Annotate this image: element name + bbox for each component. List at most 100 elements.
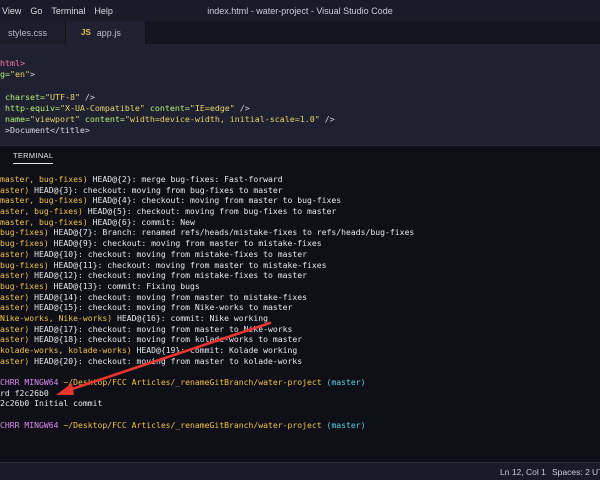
encoding[interactable]: UTF [592, 467, 600, 477]
text-segment: content= [79, 113, 125, 124]
terminal-line: kolade-works, kolade-works) HEAD@{19}: c… [0, 345, 600, 356]
text-segment: aster) [0, 323, 30, 334]
text-segment: HEAD@{6}: commit: New [87, 216, 195, 227]
cursor-position[interactable]: Ln 12, Col 1 [500, 467, 546, 477]
text-segment: HEAD@{17}: checkout: moving from master … [29, 323, 293, 334]
text-segment: HEAD@{5}: checkout: moving from bug-fixe… [82, 206, 337, 217]
text-segment: aster) [0, 355, 30, 366]
text-segment: aster) [0, 334, 30, 345]
text-segment: html> [0, 58, 25, 68]
text-segment: HEAD@{10}: checkout: moving from mistake… [29, 248, 308, 259]
text-segment: /> [234, 102, 250, 113]
terminal-line: 2c26b0 Initial commit [0, 398, 600, 409]
menu-view[interactable]: View [2, 6, 21, 16]
text-segment: (master) [321, 419, 366, 430]
text-segment: master, bug-fixes) [0, 195, 88, 206]
text-segment: /> [79, 91, 95, 102]
text-segment: ~/Desktop/FCC Articles/_renameGitBranch/… [58, 419, 322, 430]
text-segment: "width=device-width, initial-scale=1.0" [124, 113, 320, 124]
text-segment: 2c26b0 Initial commit [0, 398, 103, 409]
text-segment: HEAD@{12}: checkout: moving from mistake… [29, 270, 308, 281]
text-segment: > [29, 69, 35, 80]
code-editor[interactable]: html> g="en"> charset="UTF-8" /> http-equ… [0, 44, 600, 145]
tab-label: styles.css [8, 27, 48, 38]
terminal-line: bug-fixes) HEAD@{13}: commit: Fixing bug… [0, 281, 600, 292]
terminal-line: Nike-works, Nike-works) HEAD@{16}: commi… [0, 313, 600, 324]
text-segment: charset= [0, 91, 45, 102]
terminal-line: aster) HEAD@{10}: checkout: moving from … [0, 249, 600, 260]
terminal-line: bug-fixes) HEAD@{7}: Branch: renamed ref… [0, 227, 600, 238]
title-bar: View Go Terminal Help index.html - water… [0, 0, 600, 21]
tab-bar: styles.css JS app.js [0, 21, 600, 44]
text-segment: master, bug-fixes) [0, 216, 88, 227]
text-segment: HEAD@{19}: commit: Kolade working [131, 345, 298, 355]
menu-go[interactable]: Go [30, 6, 42, 16]
code-line: name="viewport" content="width=device-wi… [0, 114, 600, 125]
text-segment: "viewport" [29, 113, 80, 124]
text-segment: aster) [0, 291, 30, 302]
text-segment: bug-fixes) [0, 280, 49, 291]
status-bar: Ln 12, Col 1 Spaces: 2 UTF [0, 462, 600, 480]
text-segment: aster) [0, 302, 30, 313]
terminal-line: aster) HEAD@{14}: checkout: moving from … [0, 292, 600, 303]
terminal-line: master, bug-fixes) HEAD@{4}: checkout: m… [0, 195, 600, 206]
text-segment: content= [144, 102, 190, 113]
menu-terminal[interactable]: Terminal [51, 6, 85, 16]
text-segment: bug-fixes) [0, 227, 49, 238]
code-line: g="en"> [0, 69, 600, 80]
code-line: html> [0, 58, 600, 69]
terminal-line: bug-fixes) HEAD@{9}: checkout: moving fr… [0, 238, 600, 249]
terminal-line: aster) HEAD@{15}: checkout: moving from … [0, 302, 600, 313]
menu-bar: View Go Terminal Help [0, 6, 113, 16]
code-line: >Document</title> [0, 125, 600, 136]
code-line: charset="UTF-8" /> [0, 92, 600, 103]
text-segment: bug-fixes) [0, 238, 49, 249]
text-segment: aster) [0, 184, 30, 195]
terminal-line: CHRR MINGW64 ~/Desktop/FCC Articles/_ren… [0, 377, 600, 388]
text-segment: HEAD@{13}: commit: Fixing bugs [48, 280, 200, 291]
terminal-line: aster) HEAD@{20}: checkout: moving from … [0, 356, 600, 367]
text-segment: HEAD@{7}: Branch: renamed refs/heads/mis… [48, 227, 415, 238]
text-segment: HEAD@{4}: checkout: moving from master t… [87, 195, 342, 206]
tab-styles-css[interactable]: styles.css [0, 21, 66, 44]
text-segment: (master) [321, 377, 366, 388]
text-segment: name= [0, 113, 30, 124]
terminal-line: master, bug-fixes) HEAD@{6}: commit: New [0, 217, 600, 228]
text-segment: HEAD@{11}: checkout: moving from master … [48, 259, 327, 270]
text-segment: >Document</title> [0, 125, 90, 136]
tab-terminal[interactable]: TERMINAL [13, 151, 54, 164]
text-segment: HEAD@{15}: checkout: moving from Nike-wo… [29, 302, 293, 313]
terminal-line: aster) HEAD@{12}: checkout: moving from … [0, 270, 600, 281]
terminal-line: aster) HEAD@{18}: checkout: moving from … [0, 334, 600, 345]
indentation[interactable]: Spaces: 2 [552, 467, 590, 477]
menu-help[interactable]: Help [94, 6, 113, 16]
text-segment: HEAD@{14}: checkout: moving from master … [29, 291, 308, 302]
terminal-line: rd f2c26b0 [0, 388, 600, 399]
javascript-icon: JS [81, 28, 91, 37]
terminal-line: CHRR MINGW64 ~/Desktop/FCC Articles/_ren… [0, 420, 600, 431]
text-segment: CHRR MINGW64 [0, 377, 59, 388]
text-segment: master, bug-fixes) [0, 174, 88, 184]
terminal-line: aster) HEAD@{17}: checkout: moving from … [0, 324, 600, 335]
text-segment: HEAD@{16}: commit: Nike working [112, 312, 269, 323]
text-segment: http-equiv= [0, 102, 60, 113]
text-segment: aster) [0, 270, 30, 281]
text-segment: HEAD@{2}: merge bug-fixes: Fast-forward [87, 174, 283, 184]
panel-header: TERMINAL [0, 145, 600, 167]
text-segment: bug-fixes) [0, 259, 49, 270]
text-segment: HEAD@{3}: checkout: moving from bug-fixe… [29, 184, 283, 195]
text-segment: kolade-works, kolade-works) [0, 345, 132, 355]
terminal-line: aster) HEAD@{3}: checkout: moving from b… [0, 185, 600, 196]
text-segment: HEAD@{9}: checkout: moving from master t… [48, 238, 322, 249]
text-segment: "en" [10, 69, 30, 80]
text-segment: "IE=edge" [189, 102, 235, 113]
terminal-output[interactable]: master, bug-fixes) HEAD@{2}: merge bug-f… [0, 167, 600, 462]
text-segment: CHRR MINGW64 [0, 419, 59, 430]
tab-app-js[interactable]: JS app.js [66, 21, 146, 44]
text-segment: rd f2c26b0 [0, 387, 49, 398]
terminal-line: bug-fixes) HEAD@{11}: checkout: moving f… [0, 260, 600, 271]
code-line: http-equiv="X-UA-Compatible" content="IE… [0, 103, 600, 114]
